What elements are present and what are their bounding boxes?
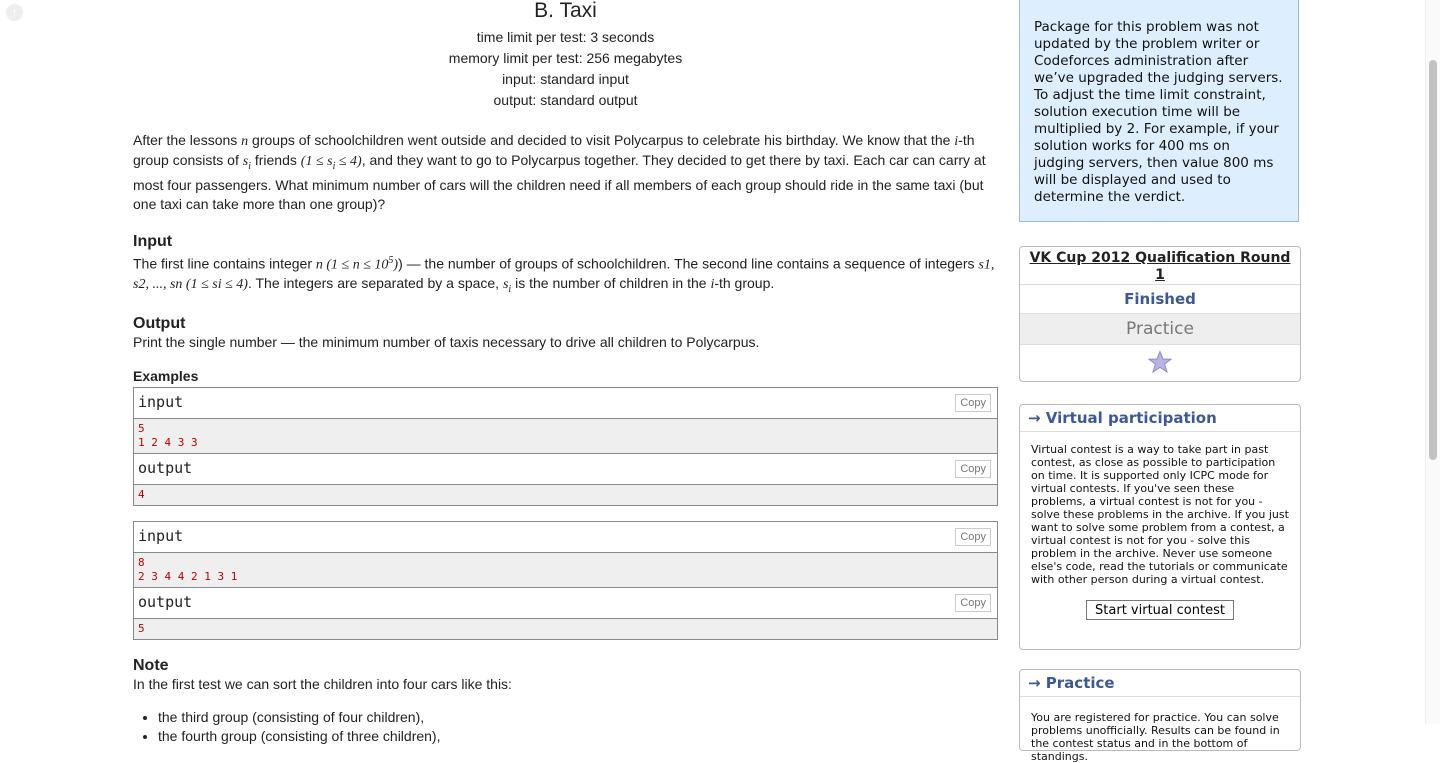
output-section: Output Print the single number — the min… bbox=[133, 314, 998, 352]
input-title: Input bbox=[133, 232, 173, 250]
output-spec: Print the single number — the minimum nu… bbox=[133, 334, 760, 351]
practice-text: You are registered for practice. You can… bbox=[1031, 711, 1280, 763]
examples-title: Examples bbox=[133, 368, 199, 385]
example-output[interactable]: 5 bbox=[134, 619, 997, 640]
copy-button[interactable]: Copy bbox=[955, 594, 991, 613]
problem-limits: time limit per test: 3 seconds memory li… bbox=[133, 27, 998, 111]
example-output[interactable]: 4 bbox=[134, 485, 997, 506]
virtual-title: → Virtual participation bbox=[1020, 405, 1300, 432]
example-input[interactable]: 8 2 3 4 4 2 1 3 1 bbox=[134, 553, 997, 589]
virtual-participation-box: → Virtual participation Virtual contest … bbox=[1019, 404, 1301, 650]
practice-box: → Practice You are registered for practi… bbox=[1019, 669, 1301, 763]
notice-box: Package for this problem was not updated… bbox=[1019, 0, 1299, 222]
contest-status: Finished bbox=[1020, 285, 1300, 314]
copy-button[interactable]: Copy bbox=[955, 394, 991, 413]
output-file: output: standard output bbox=[493, 92, 638, 108]
input-spec: The first line contains integer n (1 ≤ n… bbox=[133, 254, 995, 296]
problem-statement: B. Taxi time limit per test: 3 seconds m… bbox=[133, 0, 998, 746]
memory-limit: memory limit per test: 256 megabytes bbox=[448, 50, 683, 66]
output-title: Output bbox=[133, 315, 186, 333]
scrollbar-thumb[interactable] bbox=[1429, 60, 1437, 460]
scroll-top-icon[interactable]: ↑ bbox=[6, 4, 23, 21]
practice-title: → Practice bbox=[1020, 670, 1300, 697]
examples-section: Examples input Copy 5 1 2 4 3 3 output C… bbox=[133, 367, 998, 641]
note-text: In the first test we can sort the childr… bbox=[133, 676, 512, 693]
note-list: the third group (consisting of four chil… bbox=[133, 708, 998, 746]
example-output-label: output bbox=[138, 593, 193, 612]
virtual-text: Virtual contest is a way to take part in… bbox=[1031, 443, 1289, 586]
copy-button[interactable]: Copy bbox=[955, 460, 991, 479]
contest-box: VK Cup 2012 Qualification Round 1 Finish… bbox=[1019, 246, 1301, 382]
list-item: the third group (consisting of four chil… bbox=[158, 708, 998, 727]
example-input[interactable]: 5 1 2 4 3 3 bbox=[134, 419, 997, 455]
problem-title: B. Taxi bbox=[534, 0, 597, 22]
start-virtual-contest-button[interactable]: Start virtual contest bbox=[1086, 600, 1234, 620]
favourite-star-row bbox=[1020, 345, 1300, 381]
problem-legend: After the lessons n groups of schoolchil… bbox=[133, 132, 986, 212]
star-icon[interactable] bbox=[1147, 350, 1173, 374]
list-item: the fourth group (consisting of three ch… bbox=[158, 727, 998, 746]
time-limit: time limit per test: 3 seconds bbox=[476, 29, 655, 45]
example-input-label: input bbox=[138, 393, 184, 412]
example-output-label: output bbox=[138, 459, 193, 478]
copy-button[interactable]: Copy bbox=[955, 528, 991, 547]
notice-text: Package for this problem was not updated… bbox=[1034, 19, 1283, 205]
contest-name-link[interactable]: VK Cup 2012 Qualification Round 1 bbox=[1020, 247, 1300, 285]
scrollbar[interactable] bbox=[1425, 0, 1440, 724]
example-2: input Copy 8 2 3 4 4 2 1 3 1 output Copy… bbox=[133, 521, 998, 641]
input-section: Input The first line contains integer n … bbox=[133, 232, 998, 299]
contest-phase: Practice bbox=[1020, 314, 1300, 345]
note-title: Note bbox=[133, 657, 169, 675]
example-input-label: input bbox=[138, 527, 184, 546]
note-section: Note In the first test we can sort the c… bbox=[133, 656, 998, 746]
example-1: input Copy 5 1 2 4 3 3 output Copy 4 bbox=[133, 387, 998, 507]
input-file: input: standard input bbox=[502, 71, 629, 87]
